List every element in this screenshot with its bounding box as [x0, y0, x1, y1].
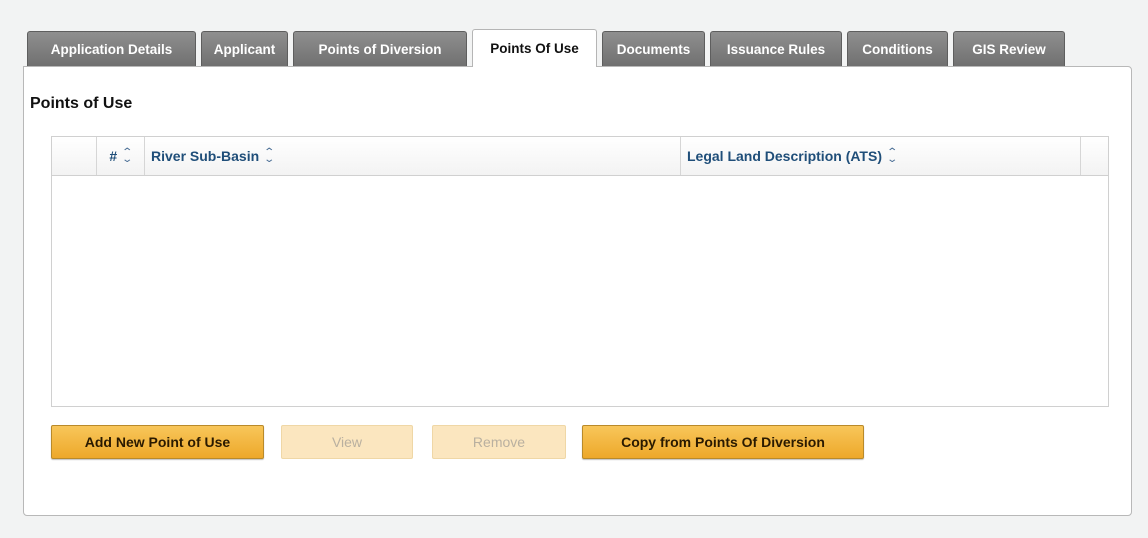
tab-points-of-diversion[interactable]: Points of Diversion — [293, 31, 467, 67]
select-column-header — [52, 137, 97, 175]
tab-points-of-use[interactable]: Points Of Use — [472, 29, 597, 67]
sort-icon[interactable]: ⌃ ⌄ — [122, 148, 134, 165]
grid-header-filler — [1081, 137, 1108, 175]
tab-applicant[interactable]: Applicant — [201, 31, 288, 67]
river-sub-basin-column-header[interactable]: River Sub-Basin ⌃ ⌄ — [145, 137, 681, 175]
tab-gis-review[interactable]: GIS Review — [953, 31, 1065, 67]
remove-button[interactable]: Remove — [432, 425, 566, 459]
view-button[interactable]: View — [281, 425, 413, 459]
tab-conditions[interactable]: Conditions — [847, 31, 948, 67]
points-of-use-grid: # ⌃ ⌄ River Sub-Basin ⌃ ⌄ Legal Land Descr… — [51, 136, 1109, 407]
section-title: Points of Use — [30, 95, 133, 112]
grid-header: # ⌃ ⌄ River Sub-Basin ⌃ ⌄ Legal Land Descr… — [52, 137, 1108, 176]
tab-documents[interactable]: Documents — [602, 31, 705, 67]
add-new-point-of-use-button[interactable]: Add New Point of Use — [51, 425, 264, 459]
legal-land-description-column-header[interactable]: Legal Land Description (ATS) ⌃ ⌄ — [681, 137, 1081, 175]
copy-from-points-of-diversion-button[interactable]: Copy from Points Of Diversion — [582, 425, 864, 459]
river-sub-basin-column-label: River Sub-Basin — [151, 148, 260, 164]
tab-issuance-rules[interactable]: Issuance Rules — [710, 31, 842, 67]
number-column-header[interactable]: # ⌃ ⌄ — [97, 137, 145, 175]
tab-application-details[interactable]: Application Details — [27, 31, 196, 67]
tab-bar: Application Details Applicant Points of … — [27, 29, 1070, 67]
number-column-label: # — [109, 148, 118, 164]
sort-icon[interactable]: ⌃ ⌄ — [263, 148, 275, 165]
sort-icon[interactable]: ⌃ ⌄ — [886, 148, 898, 165]
legal-land-description-column-label: Legal Land Description (ATS) — [687, 148, 882, 164]
